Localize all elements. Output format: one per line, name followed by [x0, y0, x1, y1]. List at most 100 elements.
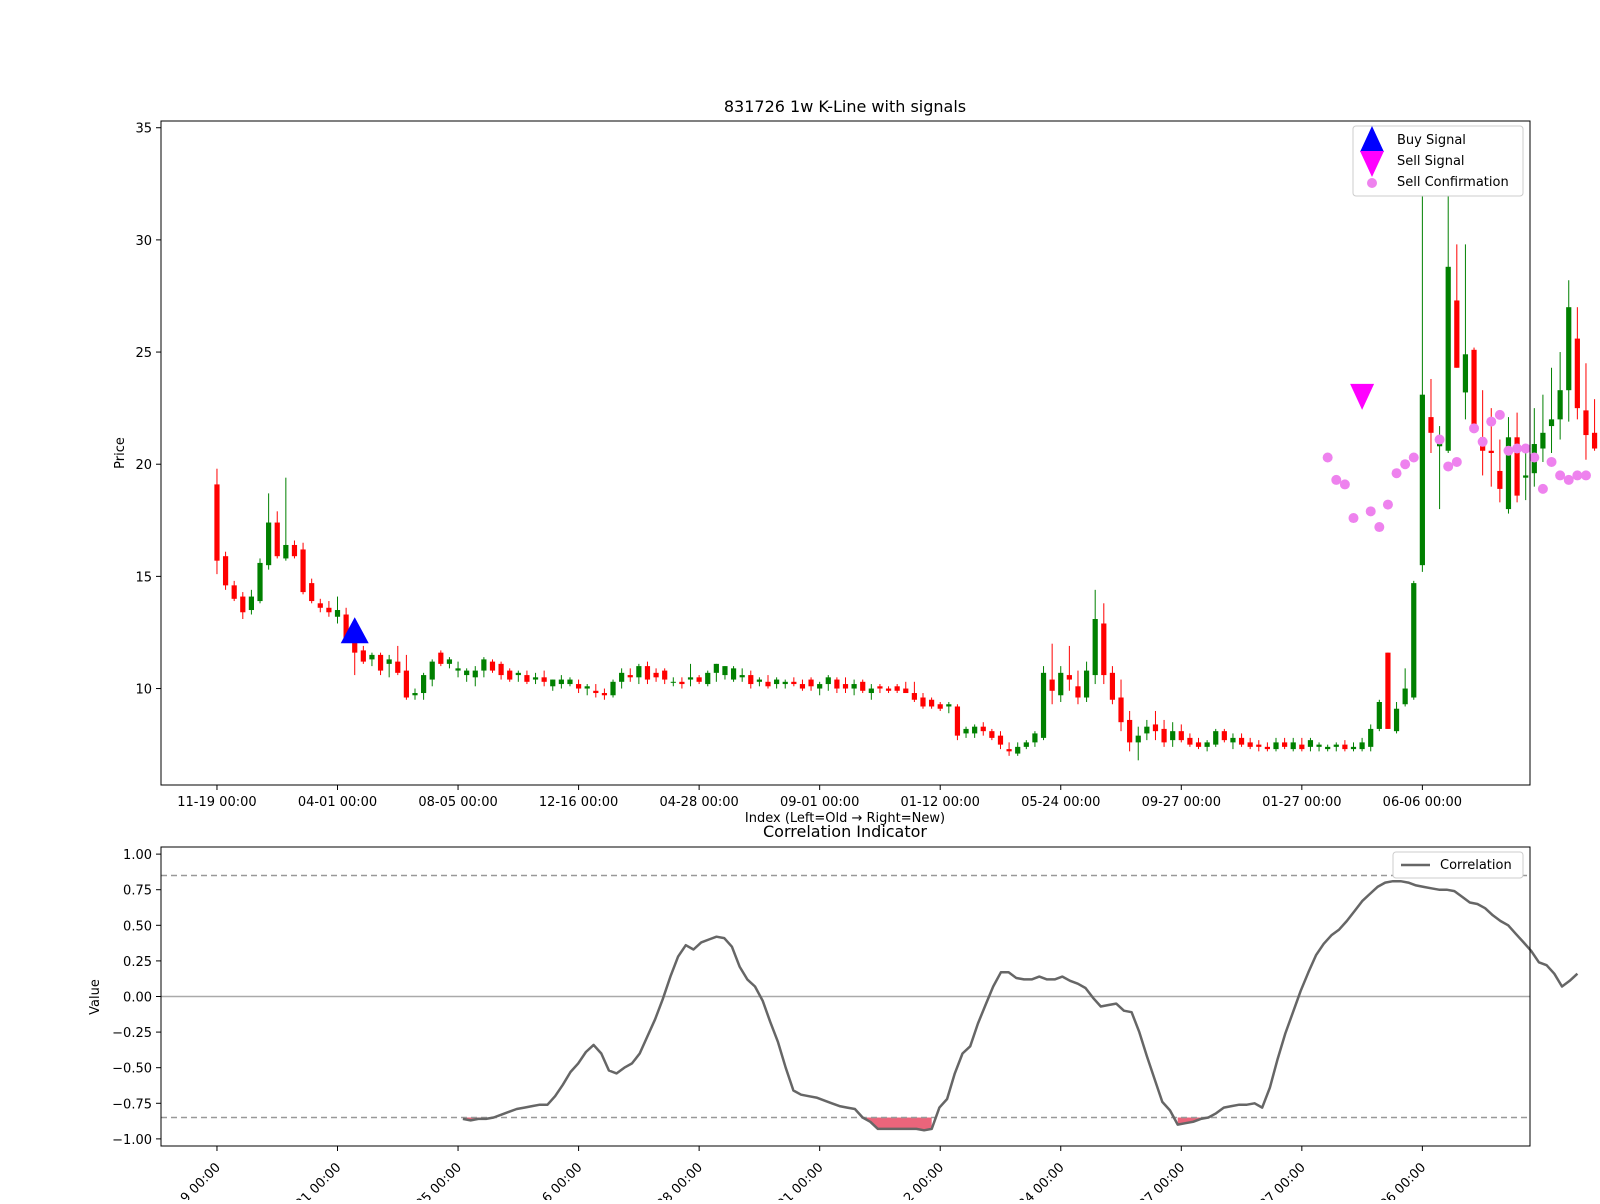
candle-body — [1049, 679, 1055, 691]
kline-y-axis: 10 15 20 25 30 35 — [135, 122, 161, 698]
kline-y-tick-label: 20 — [135, 458, 152, 473]
correlation-x-tick-label: 24 00:00 — [1016, 1160, 1068, 1200]
candle-series — [214, 150, 1598, 761]
candle-body — [274, 522, 280, 557]
candle-body — [1548, 419, 1555, 427]
kline-x-axis: 11-19 00:00 04-01 00:00 08-05 00:00 12-16 0… — [177, 785, 1462, 810]
sell-confirmation-point — [1322, 452, 1333, 463]
candle-body — [231, 585, 237, 599]
candle-body — [377, 654, 384, 671]
candle-body — [1152, 724, 1159, 732]
candle-body — [412, 693, 418, 696]
candle-body — [627, 675, 633, 678]
kline-title: 831726 1w K-Line with signals — [724, 97, 966, 116]
candle-body — [1411, 583, 1417, 698]
candle-body — [1497, 470, 1503, 489]
candle-body — [360, 650, 366, 662]
correlation-panel: Correlation Indicator Value −1.00 −0.75 −0… — [88, 822, 1579, 1204]
sell-confirmation-point — [1400, 459, 1411, 470]
candle-body — [705, 672, 711, 685]
candle-body — [317, 603, 323, 608]
kline-x-tick-label: 11-19 00:00 — [177, 795, 256, 810]
kline-x-tick-label: 09-27 00:00 — [1142, 795, 1221, 810]
sell-confirmation-point — [1391, 468, 1402, 479]
candle-body — [894, 686, 900, 691]
kline-y-tick-label: 30 — [135, 234, 152, 249]
candle-body — [446, 659, 453, 664]
kline-y-tick-label: 25 — [135, 346, 152, 361]
sell-confirmation-point — [1563, 474, 1574, 485]
candle-body — [1376, 702, 1382, 729]
correlation-y-tick-label: 0.25 — [123, 955, 152, 970]
candle-body — [1462, 354, 1469, 393]
sell-confirmation-point — [1503, 445, 1514, 456]
candle-body — [1170, 731, 1176, 741]
kline-ylabel: Price — [113, 437, 128, 469]
sell-confirmation-point — [1512, 443, 1523, 454]
candle-body — [885, 688, 892, 691]
candle-body — [455, 668, 461, 671]
candle-body — [248, 596, 255, 611]
candle-body — [722, 666, 728, 676]
candle-body — [1161, 728, 1167, 743]
candle-body — [291, 544, 298, 557]
candle-body — [860, 681, 866, 691]
candle-body — [1591, 432, 1598, 449]
candle-body — [464, 670, 470, 676]
sell-confirmation-point — [1494, 409, 1505, 420]
sell-confirmation-point — [1374, 522, 1385, 533]
kline-x-tick-label: 09-01 00:00 — [780, 795, 859, 810]
candle-body — [575, 684, 582, 689]
correlation-x-tick-label: 06 00:00 — [1377, 1160, 1429, 1200]
sell-confirmation-point — [1365, 506, 1376, 517]
candle-body — [498, 663, 504, 676]
candle-body — [1471, 349, 1477, 431]
correlation-x-tick-label: 01 00:00 — [775, 1160, 827, 1200]
candle-body — [1273, 742, 1279, 750]
candle-body — [1247, 742, 1253, 747]
kline-y-tick-label: 15 — [135, 570, 152, 585]
candle-body — [541, 677, 547, 682]
kline-x-tick-label: 04-01 00:00 — [298, 795, 377, 810]
kline-x-tick-label: 01-12 00:00 — [901, 795, 980, 810]
candle-body — [1092, 619, 1098, 676]
candle-body — [601, 693, 608, 696]
candle-body — [1290, 742, 1296, 750]
candle-body — [1282, 742, 1288, 747]
candle-body — [1015, 746, 1021, 754]
candle-body — [1385, 652, 1391, 729]
sell-confirmation-point — [1529, 452, 1540, 463]
candle-body — [1256, 744, 1262, 747]
candle-body — [1333, 744, 1339, 747]
candle-body — [300, 549, 306, 593]
candle-body — [1557, 390, 1563, 420]
correlation-extreme-fill — [462, 1117, 1209, 1131]
candle-body — [386, 659, 392, 664]
candle-body — [1402, 688, 1408, 705]
candle-body — [679, 681, 685, 685]
sell-confirmation-point — [1382, 499, 1393, 510]
sell-confirmation-point — [1555, 470, 1566, 481]
sell-confirmation-point — [1572, 470, 1583, 481]
correlation-x-tick-label: 2 00:00 — [901, 1160, 947, 1200]
candle-body — [1393, 708, 1400, 732]
candle-body — [1075, 686, 1081, 698]
correlation-x-tick-label: 28 00:00 — [654, 1160, 706, 1200]
candle-body — [1213, 731, 1219, 745]
candle-body — [1566, 307, 1572, 391]
sell-signal-legend-label: Sell Signal — [1397, 154, 1465, 169]
candle-body — [369, 654, 375, 660]
correlation-y-tick-label: −0.75 — [112, 1097, 152, 1112]
candle-body — [920, 697, 926, 707]
correlation-y-tick-label: 0.50 — [123, 919, 152, 934]
candle-body — [662, 670, 668, 680]
candle-body — [670, 681, 676, 683]
candle-body — [756, 679, 762, 682]
sell-confirmation-point — [1348, 513, 1359, 524]
correlation-legend: Correlation — [1392, 851, 1524, 879]
candle-body — [1583, 410, 1589, 436]
candle-body — [593, 690, 599, 694]
candle-body — [403, 670, 409, 698]
candle-body — [1488, 450, 1494, 453]
candle-body — [1428, 417, 1434, 433]
